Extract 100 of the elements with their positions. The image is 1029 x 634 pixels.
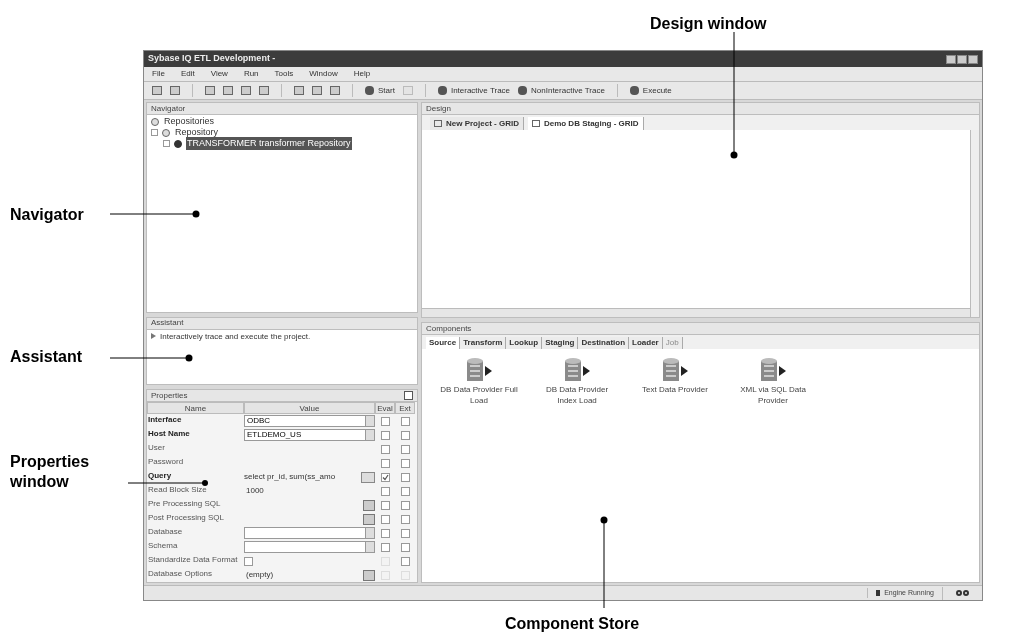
checkbox[interactable]: [380, 416, 390, 426]
column-header: Ext: [395, 402, 415, 414]
component-tab[interactable]: Transform: [460, 337, 507, 349]
component-tab[interactable]: Staging: [542, 337, 579, 349]
property-name: Interface: [147, 415, 183, 425]
toolbar-icon[interactable]: [170, 86, 180, 95]
checkbox[interactable]: [380, 486, 390, 496]
property-value[interactable]: (empty): [244, 569, 276, 581]
component-tab[interactable]: Source: [426, 337, 461, 349]
property-name: Standardize Data Format: [147, 555, 239, 565]
menu-item[interactable]: View: [210, 68, 228, 80]
checkbox[interactable]: [400, 500, 410, 510]
property-name: User: [147, 443, 166, 453]
toolbar-button[interactable]: Interactive Trace: [437, 84, 511, 97]
checkbox[interactable]: [244, 556, 253, 566]
combo-box[interactable]: ODBC: [244, 415, 375, 427]
checkbox[interactable]: [400, 444, 410, 454]
checkbox[interactable]: [380, 444, 390, 454]
column-header: Eval: [375, 402, 395, 414]
property-value[interactable]: select pr_id, sum(ss_amo: [244, 471, 336, 483]
combo-box[interactable]: ETLDEMO_US: [244, 429, 375, 441]
checkbox[interactable]: [400, 542, 410, 552]
checkbox[interactable]: [400, 430, 410, 440]
checkbox[interactable]: [380, 528, 390, 538]
component-item[interactable]: XML via SQL Data Provider: [724, 357, 822, 406]
checkbox[interactable]: [400, 556, 410, 566]
checkbox[interactable]: [380, 472, 390, 482]
checkbox[interactable]: [380, 500, 390, 510]
tool-icon: [365, 86, 374, 95]
checkbox[interactable]: [400, 514, 410, 524]
component-item[interactable]: DB Data Provider Full Load: [430, 357, 528, 406]
expand-icon[interactable]: [163, 140, 170, 147]
menu-item[interactable]: Window: [309, 68, 338, 80]
property-value[interactable]: 1000: [244, 485, 266, 497]
tree-item[interactable]: TRANSFORMER transformer Repository: [186, 136, 352, 151]
toolbar-icon[interactable]: [205, 86, 215, 95]
property-name: Host Name: [147, 429, 191, 439]
property-name: Database Options: [147, 569, 214, 579]
combo-value: ODBC: [247, 415, 271, 427]
tool-icon: [437, 86, 447, 95]
property-name: Post Processing SQL: [147, 513, 226, 523]
toolbar-icon[interactable]: [330, 86, 340, 95]
toolbar-icon[interactable]: [241, 86, 251, 95]
checkbox[interactable]: [380, 542, 390, 552]
callout-label: Properties window: [10, 452, 91, 492]
checkbox[interactable]: [400, 416, 410, 426]
panel-title: Properties: [151, 389, 188, 402]
ellipsis-button[interactable]: [361, 471, 375, 483]
callout-label: Design window: [650, 14, 767, 34]
callout-label: Assistant: [10, 347, 83, 367]
check-icon: [381, 473, 389, 481]
toolbar-button[interactable]: Start: [365, 84, 395, 97]
checkbox[interactable]: [380, 458, 390, 468]
toolbar-icon[interactable]: [223, 86, 233, 95]
component-tab[interactable]: Loader: [629, 337, 663, 349]
horizontal-scrollbar[interactable]: [422, 308, 970, 317]
component-tab[interactable]: Lookup: [506, 337, 543, 349]
maximize-icon[interactable]: [957, 54, 967, 64]
database-arrow-icon: [758, 357, 788, 383]
design-tab[interactable]: New Project - GRID: [430, 117, 524, 130]
panel-title: Components: [426, 322, 472, 335]
component-label: DB Data Provider Full Load: [439, 384, 519, 406]
component-item[interactable]: DB Data Provider Index Load: [528, 357, 626, 406]
property-name: Database: [147, 527, 184, 537]
checkbox[interactable]: [380, 514, 390, 524]
component-tab[interactable]: Destination: [578, 337, 630, 349]
component-label: DB Data Provider Index Load: [544, 384, 610, 406]
minimize-icon[interactable]: [946, 54, 956, 64]
component-label: Text Data Provider: [641, 384, 709, 395]
toolbar-icon[interactable]: [152, 86, 162, 95]
checkbox[interactable]: [380, 430, 390, 440]
collapse-icon[interactable]: [151, 129, 158, 136]
tool-icon: [629, 86, 639, 95]
combo-box[interactable]: [244, 527, 375, 539]
column-header: Name: [147, 402, 244, 414]
toolbar-icon[interactable]: [294, 86, 304, 95]
toolbar-icon[interactable]: [259, 86, 269, 95]
menu-item[interactable]: File: [152, 68, 165, 80]
menu-item[interactable]: Help: [353, 68, 371, 80]
property-name: Pre Processing SQL: [147, 499, 222, 509]
toolbar-button[interactable]: NonInteractive Trace: [518, 84, 605, 97]
menu-item[interactable]: Run: [243, 68, 259, 80]
close-icon[interactable]: [968, 54, 978, 64]
panel-title: Assistant: [151, 317, 184, 330]
menu-item[interactable]: Edit: [180, 68, 195, 80]
vertical-scrollbar[interactable]: [970, 130, 979, 317]
checkbox[interactable]: [400, 528, 410, 538]
checkbox[interactable]: [400, 472, 410, 482]
checkbox[interactable]: [400, 458, 410, 468]
design-tab[interactable]: Demo DB Staging - GRID: [527, 117, 644, 130]
menu-item[interactable]: Tools: [274, 68, 294, 80]
callout-label: Navigator: [10, 205, 84, 225]
toolbar-button[interactable]: Execute: [629, 84, 672, 97]
combo-box[interactable]: [244, 541, 375, 553]
property-name: Schema: [147, 541, 179, 551]
component-item[interactable]: Text Data Provider: [626, 357, 724, 406]
combo-value: ETLDEMO_US: [247, 429, 302, 441]
checkbox[interactable]: [400, 486, 410, 496]
toolbar-icon[interactable]: [312, 86, 322, 95]
database-arrow-icon: [562, 357, 592, 383]
